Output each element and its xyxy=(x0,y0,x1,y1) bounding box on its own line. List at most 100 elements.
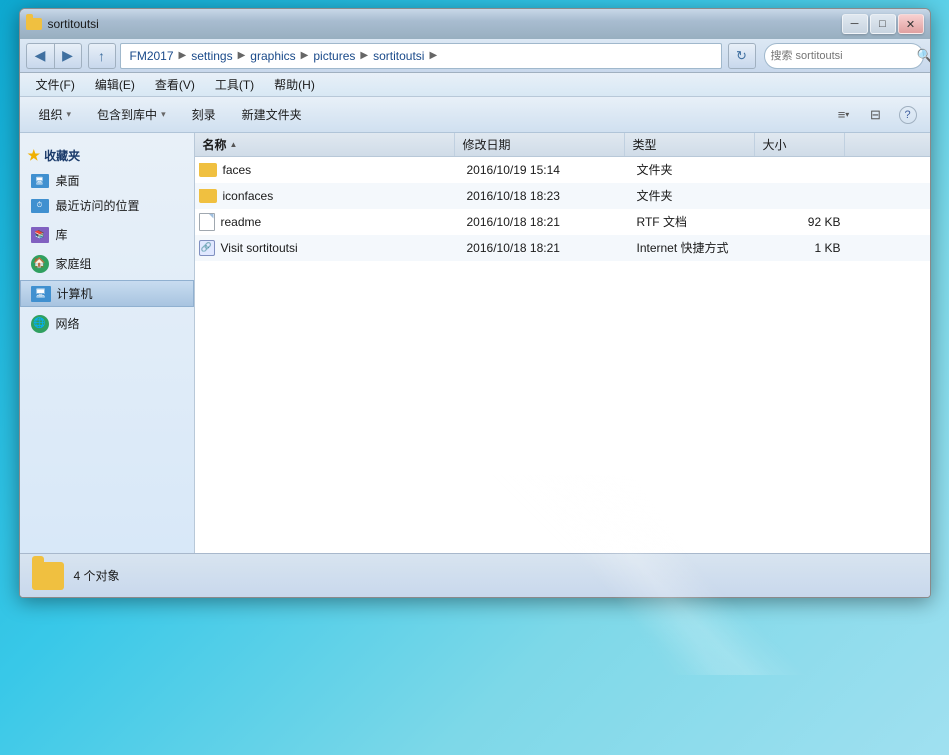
sidebar-item-recent[interactable]: ⏱ 最近访问的位置 xyxy=(20,193,194,218)
sidebar-item-library[interactable]: 📚 库 xyxy=(20,222,194,247)
view-toggle-button[interactable]: ≡ ▾ xyxy=(830,102,858,128)
up-button[interactable]: ↑ xyxy=(88,43,116,69)
explorer-window: sortitoutsi ─ □ ✕ ◀ ▶ ↑ FM2017 ▶ setting… xyxy=(19,8,931,598)
path-sep-1: ▶ xyxy=(179,50,187,61)
include-library-button[interactable]: 包含到库中 ▾ xyxy=(86,101,177,129)
back-button[interactable]: ◀ xyxy=(26,43,54,69)
menu-view[interactable]: 查看(V) xyxy=(147,74,203,95)
file-name-readme: readme xyxy=(199,213,459,231)
new-folder-button[interactable]: 新建文件夹 xyxy=(231,101,313,129)
path-sep-4: ▶ xyxy=(360,50,368,61)
path-item-graphics[interactable]: graphics xyxy=(247,48,298,64)
sidebar-item-homegroup[interactable]: 🏠 家庭组 xyxy=(20,251,194,276)
file-item-iconfaces[interactable]: iconfaces 2016/10/18 18:23 文件夹 xyxy=(195,183,930,209)
star-icon: ★ xyxy=(28,147,41,164)
favorites-label: 收藏夹 xyxy=(44,147,80,164)
menu-tools[interactable]: 工具(T) xyxy=(207,74,262,95)
library-section: 📚 库 xyxy=(20,222,194,247)
folder-icon-iconfaces xyxy=(199,189,217,203)
file-label-iconfaces: iconfaces xyxy=(223,189,274,203)
forward-button[interactable]: ▶ xyxy=(54,43,82,69)
toolbar-right: ≡ ▾ ⊟ ? xyxy=(830,102,922,128)
sidebar-item-computer[interactable]: 🖥 计算机 xyxy=(20,280,194,307)
col-size-label: 大小 xyxy=(763,136,787,153)
title-bar-left: sortitoutsi xyxy=(26,16,99,32)
maximize-button[interactable]: □ xyxy=(870,14,896,34)
menu-edit[interactable]: 编辑(E) xyxy=(87,74,143,95)
sidebar-item-desktop[interactable]: 🖥 桌面 xyxy=(20,168,194,193)
col-header-type[interactable]: 类型 xyxy=(625,133,755,156)
column-header: 名称 ▲ 修改日期 类型 大小 xyxy=(195,133,930,157)
path-item-settings[interactable]: settings xyxy=(188,48,235,64)
computer-icon: 🖥 xyxy=(31,286,51,302)
refresh-button[interactable]: ↻ xyxy=(728,43,756,69)
path-item-sortitoutsi[interactable]: sortitoutsi xyxy=(370,48,427,64)
address-path[interactable]: FM2017 ▶ settings ▶ graphics ▶ pictures … xyxy=(120,43,722,69)
status-count: 4 个对象 xyxy=(74,567,120,584)
file-size-readme: 92 KB xyxy=(759,215,849,229)
search-box[interactable]: 🔍 xyxy=(764,43,924,69)
file-item-readme[interactable]: readme 2016/10/18 18:21 RTF 文档 92 KB xyxy=(195,209,930,235)
library-label: 库 xyxy=(56,226,68,243)
sort-arrow-icon: ▲ xyxy=(230,140,238,149)
path-item-fm2017[interactable]: FM2017 xyxy=(127,48,177,64)
file-name-visit: 🔗 Visit sortitoutsi xyxy=(199,240,459,256)
include-dropdown-icon: ▾ xyxy=(161,109,166,120)
col-header-name[interactable]: 名称 ▲ xyxy=(195,133,455,156)
file-label-readme: readme xyxy=(221,215,262,229)
preview-pane-button[interactable]: ⊟ xyxy=(862,102,890,128)
path-sep-5: ▶ xyxy=(429,50,437,61)
path-item-pictures[interactable]: pictures xyxy=(310,48,358,64)
network-icon: 🌐 xyxy=(30,316,50,332)
burn-label: 刻录 xyxy=(192,106,216,123)
file-item-visit[interactable]: 🔗 Visit sortitoutsi 2016/10/18 18:21 Int… xyxy=(195,235,930,261)
col-header-size[interactable]: 大小 xyxy=(755,133,845,156)
folder-icon-faces xyxy=(199,163,217,177)
organize-button[interactable]: 组织 ▾ xyxy=(28,101,83,129)
file-item-faces[interactable]: faces 2016/10/19 15:14 文件夹 xyxy=(195,157,930,183)
doc-icon-readme xyxy=(199,213,215,231)
file-type-readme: RTF 文档 xyxy=(629,213,759,230)
file-label-visit: Visit sortitoutsi xyxy=(221,241,298,255)
sidebar-item-network[interactable]: 🌐 网络 xyxy=(20,311,194,336)
status-folder-icon xyxy=(32,562,64,590)
preview-pane-icon: ⊟ xyxy=(870,107,881,123)
file-name-iconfaces: iconfaces xyxy=(199,189,459,203)
col-name-label: 名称 xyxy=(203,136,227,153)
col-date-label: 修改日期 xyxy=(463,136,511,153)
desktop-icon: 🖥 xyxy=(30,173,50,189)
sidebar: ★ 收藏夹 🖥 桌面 ⏱ 最近访问的位置 xyxy=(20,133,195,553)
network-section: 🌐 网络 xyxy=(20,311,194,336)
organize-label: 组织 xyxy=(39,106,63,123)
col-header-date[interactable]: 修改日期 xyxy=(455,133,625,156)
file-area: 名称 ▲ 修改日期 类型 大小 faces xyxy=(195,133,930,553)
title-folder-icon xyxy=(26,18,42,30)
window-controls: ─ □ ✕ xyxy=(842,14,924,34)
main-area: ★ 收藏夹 🖥 桌面 ⏱ 最近访问的位置 xyxy=(20,133,930,553)
path-sep-2: ▶ xyxy=(238,50,246,61)
favorites-header[interactable]: ★ 收藏夹 xyxy=(20,141,194,168)
include-label: 包含到库中 xyxy=(97,106,157,123)
file-list: faces 2016/10/19 15:14 文件夹 iconfaces 201… xyxy=(195,157,930,553)
window-icon xyxy=(26,16,42,32)
burn-button[interactable]: 刻录 xyxy=(181,101,227,129)
file-size-visit: 1 KB xyxy=(759,241,849,255)
url-icon-visit: 🔗 xyxy=(199,240,215,256)
window-title: sortitoutsi xyxy=(48,17,99,31)
menu-file[interactable]: 文件(F) xyxy=(28,74,83,95)
close-button[interactable]: ✕ xyxy=(898,14,924,34)
status-bar: 4 个对象 xyxy=(20,553,930,597)
back-icon: ◀ xyxy=(35,47,46,64)
minimize-button[interactable]: ─ xyxy=(842,14,868,34)
file-date-faces: 2016/10/19 15:14 xyxy=(459,163,629,177)
search-input[interactable] xyxy=(771,50,913,62)
menu-help[interactable]: 帮助(H) xyxy=(266,74,323,95)
help-button[interactable]: ? xyxy=(894,102,922,128)
help-icon: ? xyxy=(899,106,917,124)
computer-section: 🖥 计算机 xyxy=(20,280,194,307)
new-folder-label: 新建文件夹 xyxy=(242,106,302,123)
file-type-faces: 文件夹 xyxy=(629,161,759,178)
search-button[interactable]: 🔍 xyxy=(917,46,931,66)
homegroup-label: 家庭组 xyxy=(56,255,92,272)
file-type-visit: Internet 快捷方式 xyxy=(629,239,759,256)
